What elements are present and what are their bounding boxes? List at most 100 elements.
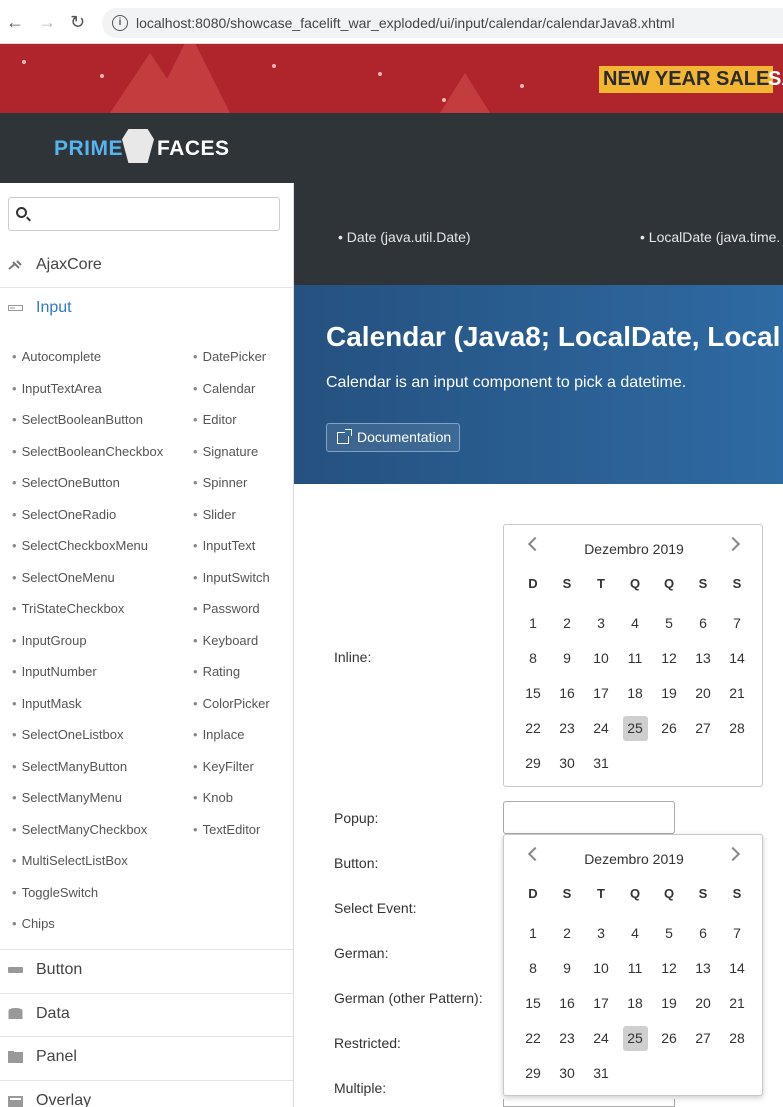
info-icon[interactable]: i xyxy=(112,15,128,31)
calendar-day[interactable]: 10 xyxy=(584,956,618,986)
inline-calendar[interactable]: Dezembro 2019 D S T Q Q S S 1 2 3 4 5 6 7 8 9 10 11 12 13 14… xyxy=(503,524,763,787)
calendar-day[interactable]: 6 xyxy=(686,611,720,641)
calendar-day[interactable]: 16 xyxy=(550,991,584,1021)
calendar-day[interactable]: 14 xyxy=(720,646,754,676)
calendar-day[interactable]: 31 xyxy=(584,1061,618,1091)
submenu-item[interactable]: SelectCheckboxMenu xyxy=(12,538,148,553)
calendar-day[interactable]: 17 xyxy=(584,681,618,711)
calendar-day[interactable]: 8 xyxy=(516,646,550,676)
submenu-item[interactable]: Chips xyxy=(12,916,55,931)
submenu-item[interactable]: SelectOneRadio xyxy=(12,507,117,522)
calendar-day[interactable]: 13 xyxy=(686,956,720,986)
calendar-day[interactable]: 30 xyxy=(550,751,584,781)
multiple-date-input[interactable] xyxy=(503,1099,675,1107)
calendar-day[interactable]: 26 xyxy=(652,1026,686,1056)
calendar-day[interactable]: 9 xyxy=(550,646,584,676)
calendar-day[interactable]: 18 xyxy=(618,991,652,1021)
calendar-day[interactable]: 26 xyxy=(652,716,686,746)
calendar-day[interactable]: 7 xyxy=(720,921,754,951)
submenu-item[interactable]: InputSwitch xyxy=(193,570,270,585)
popup-calendar[interactable]: Dezembro 2019 D S T Q Q S S 1 2 3 4 5 6 7 8 9 10 11 12 13 14… xyxy=(503,834,763,1096)
submenu-item[interactable]: Editor xyxy=(193,412,237,427)
submenu-item[interactable]: KeyFilter xyxy=(193,759,254,774)
address-bar[interactable]: i localhost:8080/showcase_facelift_war_e… xyxy=(102,8,783,38)
calendar-day[interactable]: 23 xyxy=(550,716,584,746)
submenu-item[interactable]: InputNumber xyxy=(12,664,97,679)
calendar-day[interactable]: 5 xyxy=(652,921,686,951)
submenu-item[interactable]: Inplace xyxy=(193,727,245,742)
calendar-day[interactable]: 29 xyxy=(516,1061,550,1091)
submenu-item[interactable]: SelectOneListbox xyxy=(12,727,124,742)
menu-item-data[interactable]: Data xyxy=(0,993,293,1037)
submenu-item[interactable]: Calendar xyxy=(193,381,256,396)
calendar-day[interactable]: 24 xyxy=(584,1026,618,1056)
calendar-day[interactable]: 8 xyxy=(516,956,550,986)
calendar-day[interactable]: 20 xyxy=(686,681,720,711)
calendar-day[interactable]: 4 xyxy=(618,611,652,641)
promo-banner[interactable]: NEW YEAR SALE SA xyxy=(0,44,783,113)
calendar-day[interactable]: 5 xyxy=(652,611,686,641)
submenu-item[interactable]: TriStateCheckbox xyxy=(12,601,125,616)
calendar-day[interactable]: 19 xyxy=(652,681,686,711)
calendar-day[interactable]: 30 xyxy=(550,1061,584,1091)
documentation-button[interactable]: Documentation xyxy=(326,423,461,452)
calendar-day[interactable]: 25 xyxy=(618,1026,652,1056)
menu-item-overlay[interactable]: Overlay xyxy=(0,1080,293,1107)
calendar-day[interactable]: 2 xyxy=(550,611,584,641)
calendar-day[interactable]: 22 xyxy=(516,1026,550,1056)
submenu-item[interactable]: SelectManyMenu xyxy=(12,790,122,805)
calendar-day[interactable]: 1 xyxy=(516,921,550,951)
calendar-day[interactable]: 1 xyxy=(516,611,550,641)
tab-date[interactable]: Date (java.util.Date) xyxy=(338,229,471,245)
submenu-item[interactable]: Autocomplete xyxy=(12,349,102,364)
calendar-day[interactable]: 21 xyxy=(720,681,754,711)
submenu-item[interactable]: SelectBooleanCheckbox xyxy=(12,444,164,459)
forward-arrow-icon[interactable]: → xyxy=(38,12,56,32)
calendar-day[interactable]: 27 xyxy=(686,1026,720,1056)
calendar-day[interactable]: 27 xyxy=(686,716,720,746)
calendar-day[interactable]: 18 xyxy=(618,681,652,711)
submenu-item[interactable]: ToggleSwitch xyxy=(12,885,99,900)
submenu-item[interactable]: InputTextArea xyxy=(12,381,102,396)
calendar-day[interactable]: 20 xyxy=(686,991,720,1021)
calendar-day[interactable]: 31 xyxy=(584,751,618,781)
reload-icon[interactable]: ↻ xyxy=(70,12,85,32)
calendar-day[interactable]: 7 xyxy=(720,611,754,641)
calendar-day[interactable]: 15 xyxy=(516,991,550,1021)
calendar-day[interactable]: 11 xyxy=(618,646,652,676)
calendar-day[interactable]: 25 xyxy=(618,716,652,746)
calendar-day[interactable]: 28 xyxy=(720,716,754,746)
submenu-item[interactable]: Rating xyxy=(193,664,241,679)
submenu-item[interactable]: ColorPicker xyxy=(193,696,270,711)
menu-item-input[interactable]: Input xyxy=(0,287,293,331)
calendar-day[interactable]: 2 xyxy=(550,921,584,951)
calendar-day[interactable]: 12 xyxy=(652,646,686,676)
sale-label[interactable]: NEW YEAR SALE xyxy=(599,66,774,93)
submenu-item[interactable]: SelectManyCheckbox xyxy=(12,822,148,837)
calendar-day[interactable]: 29 xyxy=(516,751,550,781)
menu-item-button[interactable]: Button xyxy=(0,949,293,993)
submenu-item[interactable]: InputText xyxy=(193,538,256,553)
menu-item-panel[interactable]: Panel xyxy=(0,1036,293,1080)
submenu-item[interactable]: Slider xyxy=(193,507,236,522)
calendar-day[interactable]: 3 xyxy=(584,611,618,641)
submenu-item[interactable]: Password xyxy=(193,601,260,616)
calendar-day[interactable]: 6 xyxy=(686,921,720,951)
back-arrow-icon[interactable]: ← xyxy=(6,12,24,32)
submenu-item[interactable]: SelectBooleanButton xyxy=(12,412,143,427)
submenu-item[interactable]: MultiSelectListBox xyxy=(12,853,128,868)
submenu-item[interactable]: InputGroup xyxy=(12,633,87,648)
calendar-day[interactable]: 15 xyxy=(516,681,550,711)
calendar-day[interactable]: 11 xyxy=(618,956,652,986)
calendar-day[interactable]: 12 xyxy=(652,956,686,986)
submenu-item[interactable]: Spinner xyxy=(193,475,248,490)
calendar-day[interactable]: 19 xyxy=(652,991,686,1021)
calendar-day[interactable]: 21 xyxy=(720,991,754,1021)
submenu-item[interactable]: SelectOneMenu xyxy=(12,570,115,585)
calendar-day[interactable]: 10 xyxy=(584,646,618,676)
calendar-day[interactable]: 13 xyxy=(686,646,720,676)
submenu-item[interactable]: Knob xyxy=(193,790,233,805)
submenu-item[interactable]: Signature xyxy=(193,444,259,459)
tab-localdate[interactable]: LocalDate (java.time. xyxy=(640,229,781,245)
sale-label-tail[interactable]: SA xyxy=(768,66,783,93)
